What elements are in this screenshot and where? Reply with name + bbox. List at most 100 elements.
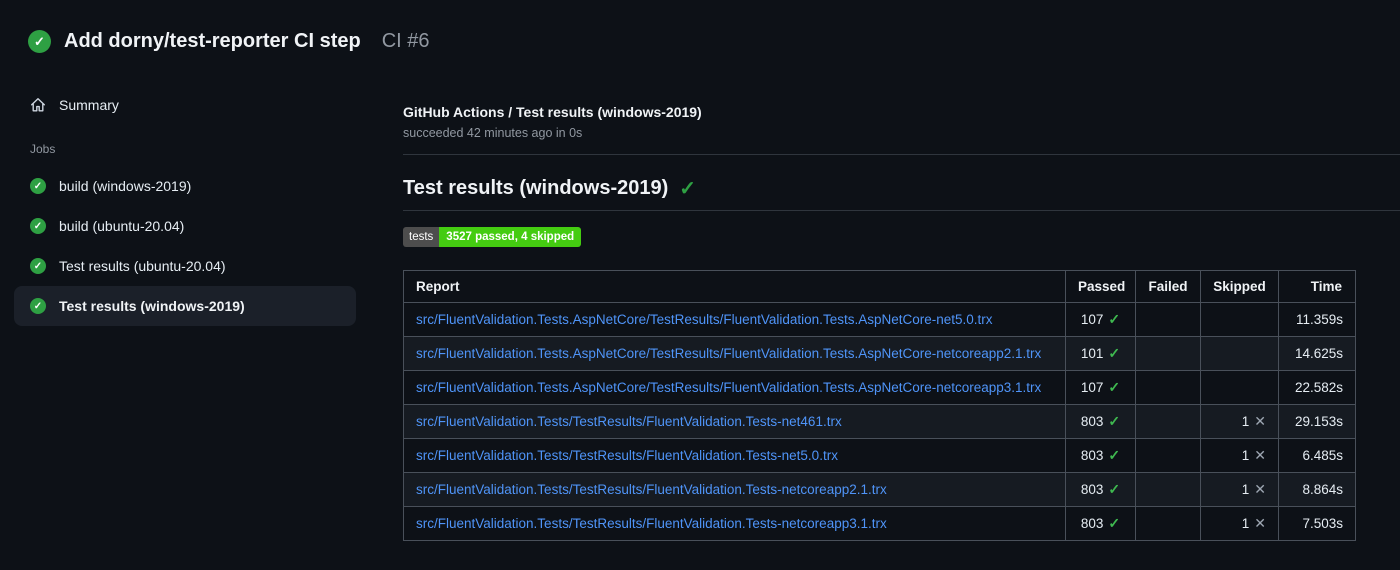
check-icon: ✓ [1108,311,1121,327]
sidebar: Summary Jobs ✓ build (windows-2019) ✓ bu… [14,86,356,326]
tests-badge-value: 3527 passed, 4 skipped [439,227,582,247]
check-run-status-text: succeeded 42 minutes ago in 0s [403,126,583,140]
skipped-cell: 1 ✕ [1200,506,1279,541]
report-cell: src/FluentValidation.Tests/TestResults/F… [403,438,1066,473]
column-header-passed: Passed [1065,270,1136,303]
passed-cell: 101 ✓ [1065,336,1136,371]
skipped-cell [1200,336,1279,371]
x-icon: ✕ [1254,413,1266,429]
passed-cell: 803 ✓ [1065,506,1136,541]
report-cell: src/FluentValidation.Tests.AspNetCore/Te… [403,370,1066,405]
check-icon: ✓ [1108,447,1121,463]
skipped-count: 1 [1241,482,1250,497]
skipped-cell: 1 ✕ [1200,438,1279,473]
time-cell: 8.864s [1278,472,1356,507]
passed-cell: 803 ✓ [1065,472,1136,507]
report-cell: src/FluentValidation.Tests/TestResults/F… [403,506,1066,541]
report-link[interactable]: src/FluentValidation.Tests.AspNetCore/Te… [416,346,1041,361]
report-link[interactable]: src/FluentValidation.Tests.AspNetCore/Te… [416,312,993,327]
failed-cell [1135,472,1201,507]
failed-cell [1135,370,1201,405]
success-check-circle-icon: ✓ [28,30,51,53]
time-cell: 29.153s [1278,404,1356,439]
time-cell: 11.359s [1278,302,1356,337]
passed-count: 107 [1080,380,1104,395]
jobs-list: ✓ build (windows-2019) ✓ build (ubuntu-2… [14,166,356,326]
workflow-run-header: ✓ Add dorny/test-reporter CI step CI #6 [28,30,430,53]
column-header-time: Time [1278,270,1356,303]
sidebar-job-item[interactable]: ✓ Test results (ubuntu-20.04) [14,246,356,286]
check-icon: ✓ [1108,515,1121,531]
table-body: src/FluentValidation.Tests.AspNetCore/Te… [403,302,1356,541]
job-success-check-circle-icon: ✓ [30,178,46,194]
failed-cell [1135,404,1201,439]
skipped-count: 1 [1241,516,1250,531]
report-link[interactable]: src/FluentValidation.Tests/TestResults/F… [416,448,838,463]
table-row: src/FluentValidation.Tests/TestResults/F… [403,472,1356,507]
sidebar-jobs-heading: Jobs [30,142,56,156]
table-row: src/FluentValidation.Tests.AspNetCore/Te… [403,336,1356,371]
workflow-run-number: CI #6 [381,30,430,52]
skipped-count: 1 [1241,414,1250,429]
report-link[interactable]: src/FluentValidation.Tests/TestResults/F… [416,516,887,531]
passed-cell: 803 ✓ [1065,438,1136,473]
check-icon: ✓ [1108,481,1121,497]
sidebar-summary-label: Summary [59,97,119,113]
workflow-run-title: Add dorny/test-reporter CI step [64,30,361,52]
check-run-title: GitHub Actions / Test results (windows-2… [403,104,702,120]
tests-badge[interactable]: tests 3527 passed, 4 skipped [403,227,582,247]
failed-cell [1135,438,1201,473]
passed-count: 803 [1080,414,1104,429]
job-label: build (ubuntu-20.04) [59,218,185,234]
check-icon: ✓ [1108,413,1121,429]
report-cell: src/FluentValidation.Tests.AspNetCore/Te… [403,302,1066,337]
report-cell: src/FluentValidation.Tests/TestResults/F… [403,472,1066,507]
report-link[interactable]: src/FluentValidation.Tests/TestResults/F… [416,414,842,429]
failed-cell [1135,302,1201,337]
passed-count: 101 [1080,346,1104,361]
skipped-cell [1200,302,1279,337]
divider-section [403,210,1400,211]
x-icon: ✕ [1254,515,1266,531]
sidebar-item-summary[interactable]: Summary [14,86,356,124]
table-row: src/FluentValidation.Tests.AspNetCore/Te… [403,302,1356,337]
skipped-cell [1200,370,1279,405]
home-icon [30,97,46,113]
time-cell: 22.582s [1278,370,1356,405]
column-header-report: Report [403,270,1066,303]
x-icon: ✕ [1254,447,1266,463]
table-row: src/FluentValidation.Tests/TestResults/F… [403,506,1356,541]
job-label: Test results (ubuntu-20.04) [59,258,226,274]
job-success-check-circle-icon: ✓ [30,218,46,234]
check-icon: ✓ [1108,379,1121,395]
passed-cell: 803 ✓ [1065,404,1136,439]
report-cell: src/FluentValidation.Tests.AspNetCore/Te… [403,336,1066,371]
report-link[interactable]: src/FluentValidation.Tests/TestResults/F… [416,482,887,497]
job-success-check-circle-icon: ✓ [30,258,46,274]
tests-badge-label: tests [403,227,440,247]
section-heading: Test results (windows-2019) ✓ [403,177,1400,200]
skipped-count: 1 [1241,448,1250,463]
sidebar-job-item[interactable]: ✓ Test results (windows-2019) [14,286,356,326]
time-cell: 6.485s [1278,438,1356,473]
check-icon: ✓ [1108,345,1121,361]
sidebar-job-item[interactable]: ✓ build (windows-2019) [14,166,356,206]
column-header-skipped: Skipped [1200,270,1279,303]
time-cell: 7.503s [1278,506,1356,541]
failed-cell [1135,506,1201,541]
job-success-check-circle-icon: ✓ [30,298,46,314]
failed-cell [1135,336,1201,371]
section-success-check-icon: ✓ [679,177,697,200]
passed-count: 107 [1080,312,1104,327]
time-cell: 14.625s [1278,336,1356,371]
sidebar-job-item[interactable]: ✓ build (ubuntu-20.04) [14,206,356,246]
report-link[interactable]: src/FluentValidation.Tests.AspNetCore/Te… [416,380,1041,395]
report-cell: src/FluentValidation.Tests/TestResults/F… [403,404,1066,439]
passed-cell: 107 ✓ [1065,370,1136,405]
table-header-row: Report Passed Failed Skipped Time [403,270,1356,303]
table-row: src/FluentValidation.Tests/TestResults/F… [403,438,1356,473]
passed-cell: 107 ✓ [1065,302,1136,337]
passed-count: 803 [1080,448,1104,463]
x-icon: ✕ [1254,481,1266,497]
section-title: Test results (windows-2019) [403,177,669,199]
